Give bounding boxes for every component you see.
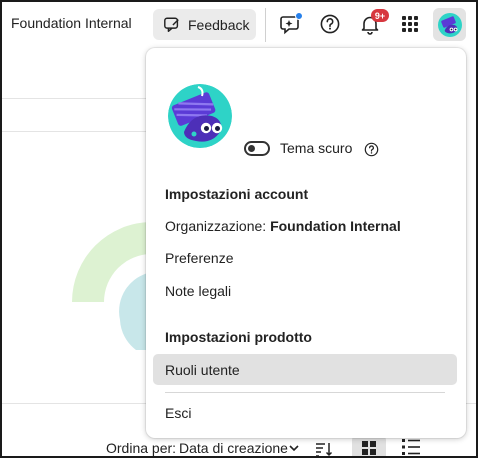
avatar-illustration-icon (168, 84, 232, 148)
sort-by-label: Ordina per: (106, 440, 177, 456)
notifications-button[interactable]: 9+ (358, 9, 389, 36)
background-divider (0, 98, 150, 99)
dark-theme-toggle-row: Tema scuro (244, 140, 352, 156)
apps-button[interactable] (398, 12, 422, 36)
help-button[interactable] (318, 12, 342, 36)
grid-view-icon (362, 441, 376, 455)
switch-knob (248, 144, 255, 152)
help-icon (320, 14, 340, 34)
organization-item[interactable]: Organizzazione: Foundation Internal (153, 210, 457, 241)
divider (265, 8, 266, 42)
legal-notes-item[interactable]: Note legali (153, 275, 457, 306)
sign-out-item[interactable]: Esci (153, 397, 457, 428)
organization-value: Foundation Internal (270, 217, 401, 234)
top-bar: Foundation Internal Feedback 9+ (0, 0, 478, 48)
preferences-label: Preferenze (165, 249, 234, 266)
feedback-icon (164, 17, 179, 32)
help-icon[interactable] (364, 142, 379, 157)
profile-avatar-button[interactable] (433, 8, 466, 41)
feedback-button[interactable]: Feedback (153, 9, 256, 40)
new-indicator-dot (295, 12, 303, 20)
avatar-icon (437, 12, 462, 37)
user-roles-item[interactable]: Ruoli utente (153, 354, 457, 385)
chevron-down-icon[interactable] (288, 443, 300, 453)
sort-order-icon[interactable] (315, 441, 333, 457)
organization-label: Organizzazione: (165, 217, 267, 234)
account-settings-heading: Impostazioni account (165, 186, 309, 202)
preferences-item[interactable]: Preferenze (153, 242, 457, 273)
menu-divider (165, 392, 445, 393)
grid-view-button[interactable] (352, 436, 386, 458)
notifications-badge: 9+ (371, 9, 389, 22)
whats-new-button[interactable] (279, 12, 303, 36)
dark-theme-label: Tema scuro (280, 140, 353, 156)
user-roles-label: Ruoli utente (165, 361, 240, 378)
background-donut-chart (72, 222, 150, 350)
product-settings-heading: Impostazioni prodotto (165, 329, 312, 345)
dark-theme-switch[interactable] (244, 140, 270, 156)
legal-notes-label: Note legali (165, 282, 232, 299)
list-view-icon[interactable] (401, 438, 421, 456)
app-grid-icon (402, 16, 418, 32)
profile-avatar (168, 84, 232, 148)
background-divider (0, 131, 150, 132)
sign-out-label: Esci (165, 404, 192, 421)
profile-menu-popover: Tema scuro Impostazioni account Organizz… (146, 48, 466, 438)
sort-by-dropdown[interactable]: Data di creazione (179, 440, 288, 456)
feedback-label: Feedback (188, 16, 250, 33)
org-name[interactable]: Foundation Internal (11, 15, 132, 31)
